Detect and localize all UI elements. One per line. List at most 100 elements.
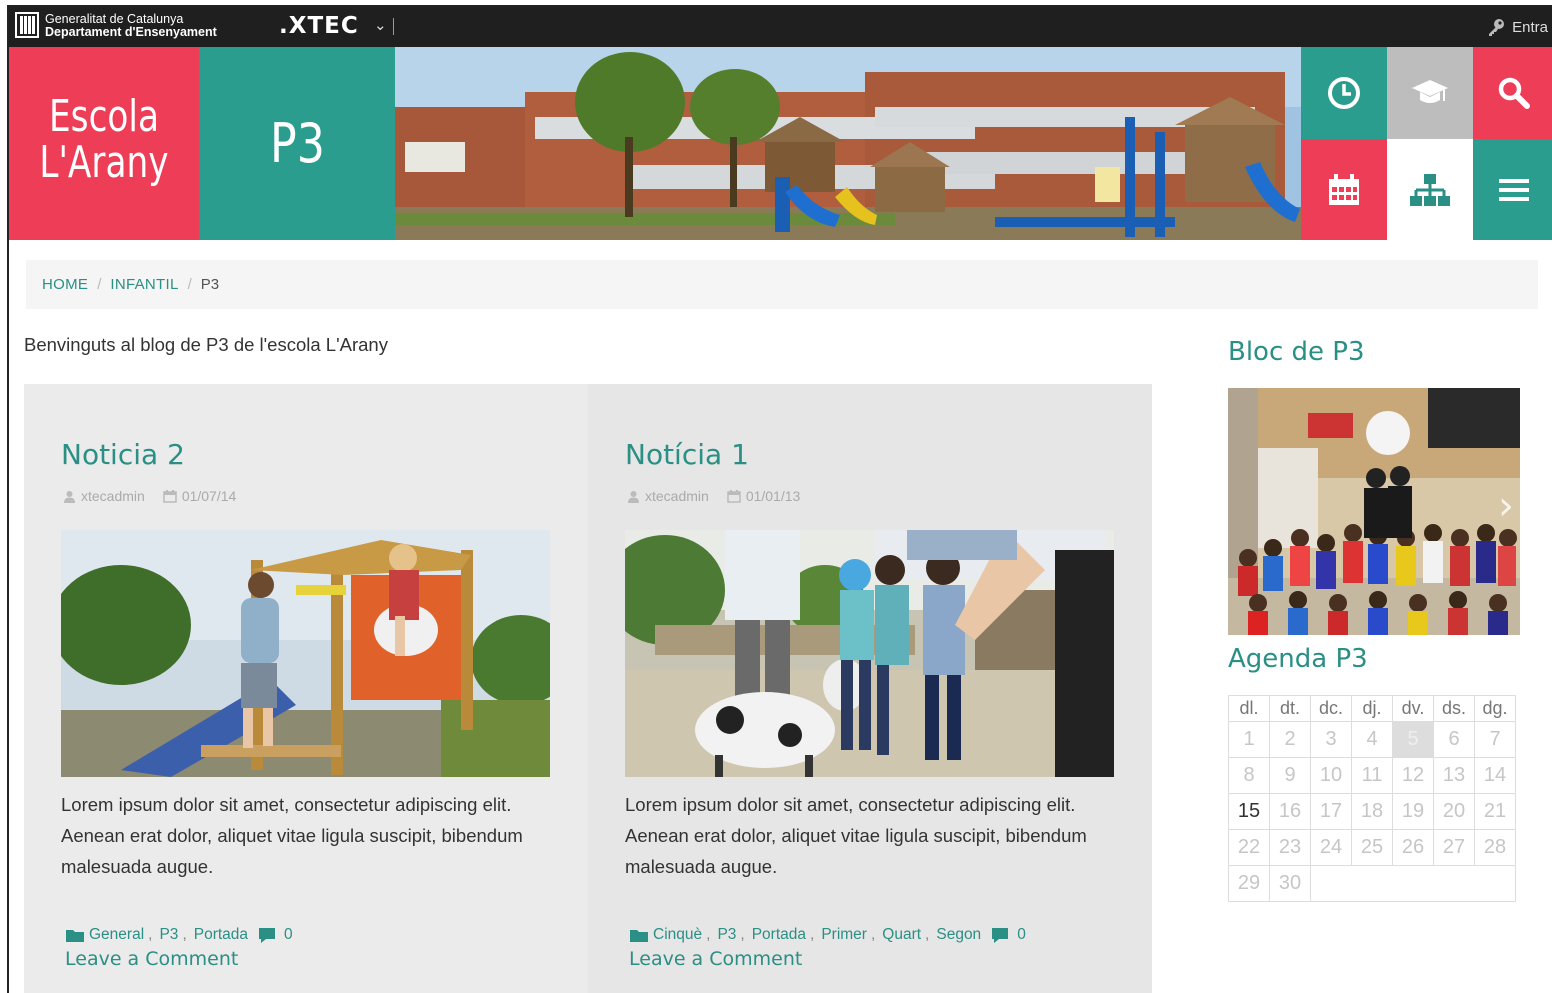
calendar-day[interactable]: 29 [1228,865,1270,902]
calendar-day[interactable]: 6 [1433,721,1475,758]
post-excerpt: Lorem ipsum dolor sit amet, consectetur … [625,794,1087,877]
divider [393,18,394,35]
category-link[interactable]: Portada [752,926,806,944]
post-date[interactable]: 01/07/14 [182,488,237,504]
calendar-day[interactable]: 16 [1269,793,1311,830]
calendar-week: 8 9 10 11 12 13 14 [1228,757,1516,794]
calendar-day[interactable]: 9 [1269,757,1311,794]
leave-comment-link[interactable]: Leave a Comment [629,948,802,970]
school-name-line-2: L'Arany [39,137,169,188]
user-icon [628,490,639,503]
school-logo[interactable]: Escola L'Arany [9,47,199,240]
menu-icon[interactable] [1473,139,1552,240]
calendar-day[interactable]: 30 [1269,865,1311,902]
folder-icon [66,929,84,942]
search-icon[interactable] [1473,47,1552,139]
category-link[interactable]: General [89,926,144,944]
calendar-day[interactable]: 11 [1351,757,1393,794]
weekday-label: dj. [1351,695,1393,722]
agenda-widget-title: Agenda P3 [1228,644,1368,674]
comment-count[interactable]: 0 [284,926,293,944]
school-banner-image [395,47,1301,240]
breadcrumb-home[interactable]: HOME [42,276,88,293]
calendar-day[interactable]: 3 [1310,721,1352,758]
folder-icon [630,929,648,942]
calendar-icon[interactable] [1301,139,1387,240]
calendar-week: 29 30 [1228,865,1516,902]
calendar-day[interactable]: 4 [1351,721,1393,758]
weekday-label: dc. [1310,695,1352,722]
weekday-label: ds. [1433,695,1475,722]
post-list: Noticia 2 xtecadmin 01/07/14 Lorem ipsum… [24,384,1152,993]
calendar-icon [727,490,741,503]
category-link[interactable]: Portada [194,926,248,944]
weekday-label: dv. [1392,695,1434,722]
chevron-down-icon[interactable]: ⌄ [374,16,387,34]
category-link[interactable]: Quart [882,926,921,944]
calendar-day[interactable]: 23 [1269,829,1311,866]
chevron-right-icon[interactable]: › [1498,483,1514,529]
calendar-day[interactable]: 12 [1392,757,1434,794]
xtec-logo[interactable]: .XTEC [279,13,359,39]
calendar-day[interactable]: 27 [1433,829,1475,866]
post-image-farm[interactable] [625,530,1114,777]
comment-icon [992,927,1009,943]
category-link[interactable]: P3 [159,926,178,944]
generalitat-logo-icon[interactable] [15,12,39,38]
calendar-day[interactable]: 25 [1351,829,1393,866]
welcome-text: Benvinguts al blog de P3 de l'escola L'A… [24,334,388,355]
section-label: P3 [269,112,325,175]
graduation-cap-icon[interactable] [1387,47,1473,139]
calendar-day[interactable]: 28 [1474,829,1516,866]
calendar-day-today[interactable]: 15 [1228,793,1270,830]
post-title[interactable]: Notícia 1 [625,438,749,471]
clock-icon[interactable] [1301,47,1387,139]
sitemap-icon[interactable] [1387,139,1473,240]
category-link[interactable]: Primer [821,926,867,944]
calendar-day[interactable]: 10 [1310,757,1352,794]
calendar-day[interactable]: 14 [1474,757,1516,794]
calendar-day-highlighted[interactable]: 5 [1392,721,1434,758]
calendar-day[interactable]: 20 [1433,793,1475,830]
login-link[interactable]: Entra [1486,17,1548,37]
post-title[interactable]: Noticia 2 [61,438,185,471]
comment-count[interactable]: 0 [1017,926,1026,944]
calendar-day[interactable]: 22 [1228,829,1270,866]
key-icon [1489,19,1505,36]
calendar-day[interactable]: 26 [1392,829,1434,866]
post-image-playground[interactable] [61,530,550,777]
post-card: Noticia 2 xtecadmin 01/07/14 Lorem ipsum… [24,384,588,993]
calendar-day[interactable]: 2 [1269,721,1311,758]
leave-comment-link[interactable]: Leave a Comment [65,948,238,970]
calendar-day[interactable]: 1 [1228,721,1270,758]
calendar-day[interactable]: 24 [1310,829,1352,866]
calendar-day[interactable]: 17 [1310,793,1352,830]
category-link[interactable]: P3 [717,926,736,944]
post-categories: Cinquè, P3, Portada, Primer, Quart, Sego… [629,926,1026,944]
breadcrumb-infantil[interactable]: INFANTIL [110,276,178,293]
generalitat-name[interactable]: Generalitat de Catalunya Departament d'E… [45,13,217,39]
post-categories: General, P3, Portada 0 [65,926,293,944]
calendar-day[interactable]: 19 [1392,793,1434,830]
post-date[interactable]: 01/01/13 [746,488,801,504]
weekday-label: dl. [1228,695,1270,722]
breadcrumb-current: P3 [200,276,220,293]
breadcrumb-separator: / [97,276,102,293]
category-link[interactable]: Segon [936,926,981,944]
agenda-calendar: dl. dt. dc. dj. dv. ds. dg. 1 2 3 4 5 6 … [1228,695,1516,902]
comment-icon [259,927,276,943]
post-meta: xtecadmin 01/01/13 [627,488,800,504]
calendar-icon [163,490,177,503]
calendar-day[interactable]: 7 [1474,721,1516,758]
calendar-day[interactable]: 13 [1433,757,1475,794]
user-icon [64,490,75,503]
blog-slideshow-image[interactable]: › [1228,388,1520,635]
category-link[interactable]: Cinquè [653,926,702,944]
breadcrumb-separator: / [187,276,192,293]
calendar-day[interactable]: 18 [1351,793,1393,830]
calendar-day[interactable]: 8 [1228,757,1270,794]
header-icon-menu [1301,47,1552,240]
post-author[interactable]: xtecadmin [645,488,709,504]
calendar-day[interactable]: 21 [1474,793,1516,830]
post-author[interactable]: xtecadmin [81,488,145,504]
